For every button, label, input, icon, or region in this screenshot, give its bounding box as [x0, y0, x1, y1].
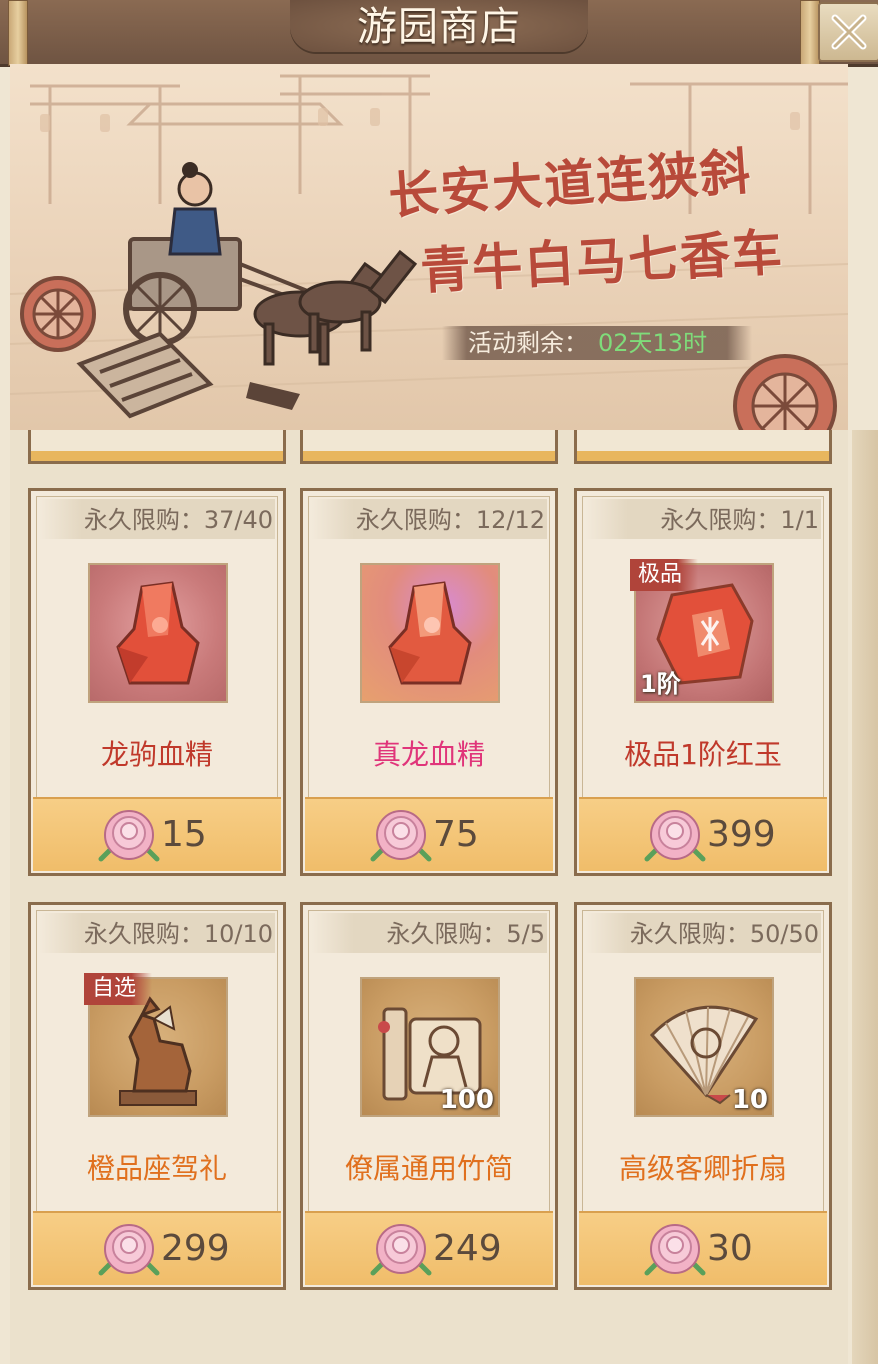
item-name: 高级客卿折扇 — [618, 1152, 787, 1185]
peony-flower-icon — [644, 1224, 706, 1276]
item-price: 399 — [707, 814, 776, 855]
item-name: 真龙血精 — [372, 738, 485, 771]
title-bar: 游园商店 — [0, 0, 878, 67]
purchase-limit: 永久限购：37/40 — [83, 506, 273, 534]
shop-item-card[interactable]: 永久限购：10/10 自选 橙品座驾礼 299 — [28, 902, 286, 1290]
quality-tag: 自选 — [84, 973, 153, 1005]
buy-button[interactable]: 15 — [33, 797, 281, 871]
item-icon[interactable]: 100 — [360, 977, 500, 1117]
peony-flower-icon — [644, 810, 706, 862]
close-icon — [831, 14, 867, 50]
item-name: 僚属通用竹简 — [344, 1152, 513, 1185]
item-name: 橙品座驾礼 — [86, 1152, 227, 1185]
item-icon[interactable] — [360, 563, 500, 703]
shop-item-card[interactable]: 永久限购：1/1 极品 1阶 极品1阶红玉 399 — [574, 488, 832, 876]
close-button[interactable] — [818, 2, 878, 62]
item-name: 极品1阶红玉 — [624, 738, 782, 771]
item-price: 75 — [433, 814, 479, 855]
item-price: 30 — [707, 1228, 753, 1269]
item-icon[interactable] — [88, 563, 228, 703]
buy-button[interactable]: 75 — [305, 797, 553, 871]
item-quantity: 10 — [731, 1085, 768, 1115]
window-title: 游园商店 — [357, 4, 521, 50]
peony-flower-icon — [98, 810, 160, 862]
shop-item-card[interactable]: 永久限购：37/40 龙驹血精 15 — [28, 488, 286, 876]
previous-row-card-peek — [574, 430, 832, 464]
item-grade: 1阶 — [640, 670, 681, 698]
item-icon[interactable]: 极品 1阶 — [630, 559, 774, 703]
quality-tag: 极品 — [630, 559, 699, 591]
shop-item-card[interactable]: 永久限购：50/50 10 高级客卿折扇 30 — [574, 902, 832, 1290]
shop-item-card[interactable]: 永久限购：5/5 100 僚属通用竹简 249 — [300, 902, 558, 1290]
item-price: 249 — [433, 1228, 502, 1269]
title-bar-left-post — [8, 0, 28, 66]
buy-button[interactable]: 249 — [305, 1211, 553, 1285]
peony-flower-icon — [98, 1224, 160, 1276]
peony-flower-icon — [370, 1224, 432, 1276]
item-quantity: 100 — [439, 1085, 494, 1115]
event-timer-value: 02天13时 — [598, 329, 708, 357]
red-crystal-icon — [388, 581, 472, 685]
buy-button[interactable]: 30 — [579, 1211, 827, 1285]
item-name: 龙驹血精 — [100, 738, 213, 771]
buy-button[interactable]: 299 — [33, 1211, 281, 1285]
purchase-limit: 永久限购：1/1 — [660, 506, 819, 534]
title-bar-right-post — [800, 0, 820, 66]
previous-row-card-peek — [28, 430, 286, 464]
red-crystal-icon — [116, 581, 200, 685]
purchase-limit: 永久限购：5/5 — [386, 920, 545, 948]
item-price: 15 — [161, 814, 207, 855]
item-icon[interactable]: 自选 — [84, 973, 228, 1117]
shop-item-card[interactable]: 永久限购：12/12 真龙血精 75 — [300, 488, 558, 876]
item-icon[interactable]: 10 — [634, 977, 774, 1117]
item-price: 299 — [161, 1228, 230, 1269]
previous-row-card-peek — [300, 430, 558, 464]
peony-flower-icon — [370, 810, 432, 862]
event-timer-label: 活动剩余： — [468, 329, 588, 357]
buy-button[interactable]: 399 — [579, 797, 827, 871]
purchase-limit: 永久限购：12/12 — [355, 506, 545, 534]
event-banner: 长安大道连狭斜 青牛白马七香车 活动剩余： 02天13时 — [10, 64, 848, 430]
purchase-limit: 永久限购：50/50 — [629, 920, 819, 948]
scrollbar[interactable] — [852, 430, 878, 1364]
purchase-limit: 永久限购：10/10 — [83, 920, 273, 948]
